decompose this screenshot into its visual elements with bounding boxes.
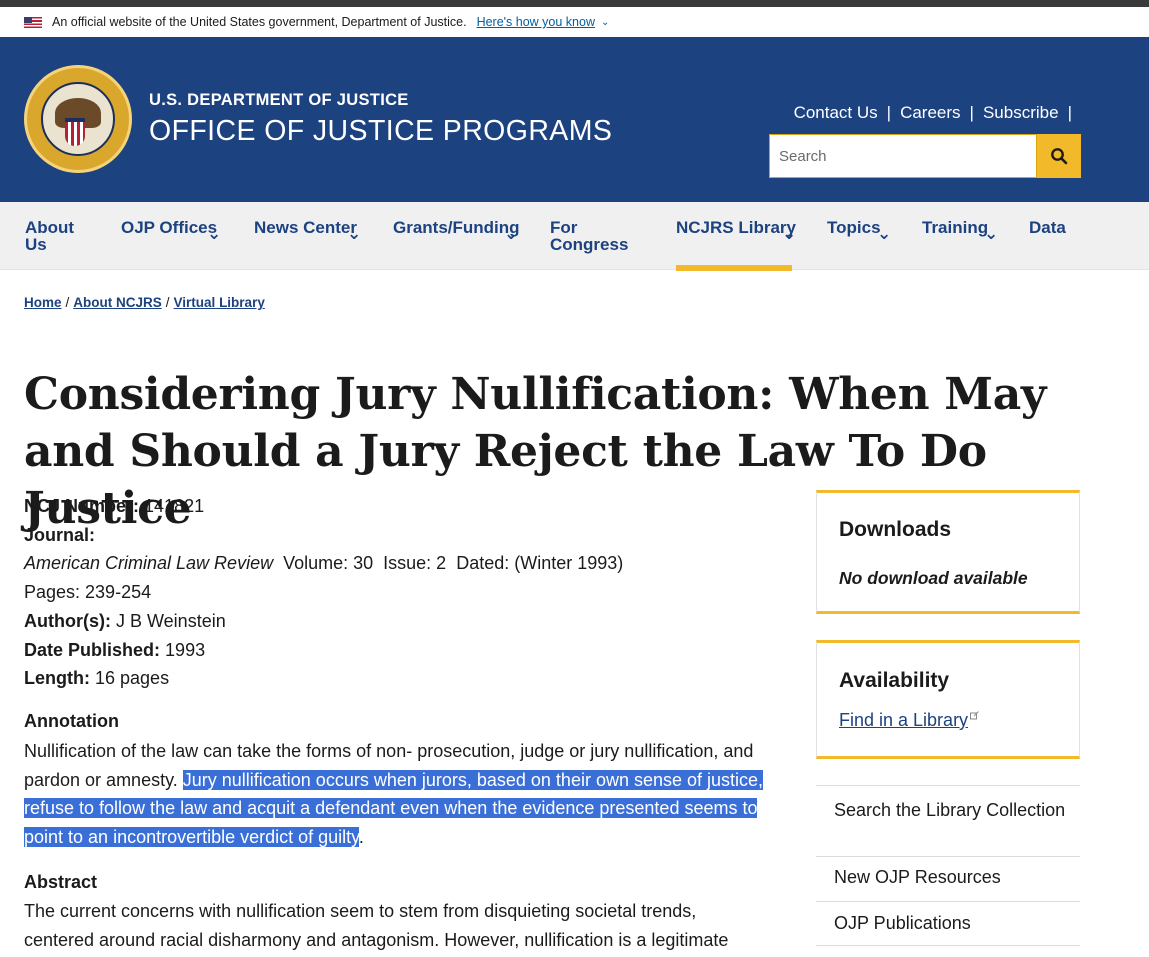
- nav-ncjrs-library[interactable]: NCJRS Library ⌄: [676, 218, 796, 242]
- doj-ojp-seal-logo[interactable]: [24, 65, 132, 173]
- availability-title: Availability: [839, 669, 950, 692]
- pages-row: Pages: 239-254: [24, 582, 152, 603]
- ncj-value: 141821: [144, 496, 205, 516]
- journal-details-row: American Criminal Law Review Volume: 30 …: [24, 549, 784, 578]
- divider: |: [886, 103, 892, 122]
- search-icon: [1051, 148, 1068, 165]
- journal-details: Volume: 30 Issue: 2 Dated: (Winter 1993): [283, 553, 624, 574]
- nav-label: OJP Offices: [121, 218, 218, 237]
- chevron-down-icon[interactable]: ⌄: [601, 17, 609, 28]
- nav-data[interactable]: Data: [1029, 219, 1066, 236]
- length-label: Length:: [24, 668, 90, 689]
- nav-label: Training: [922, 218, 989, 237]
- sidebar-links: Search the Library Collection New OJP Re…: [816, 785, 1080, 946]
- breadcrumb-virtual-library[interactable]: Virtual Library: [174, 295, 265, 310]
- nav-label: For: [550, 218, 578, 237]
- careers-link[interactable]: Careers: [900, 103, 960, 123]
- external-link-icon: [970, 711, 979, 720]
- length-value: 16 pages: [95, 668, 170, 689]
- nav-label: News Center: [254, 218, 357, 237]
- nav-label: Topics: [827, 218, 881, 237]
- site-search: [769, 134, 1081, 178]
- find-in-library-label: Find in a Library: [839, 710, 969, 730]
- gov-banner: An official website of the United States…: [0, 7, 1149, 37]
- nav-ojp-offices[interactable]: OJP Offices ⌄: [121, 218, 221, 242]
- ncj-label: NCJ Number:: [24, 496, 140, 516]
- annotation-text: Nullification of the law can take the fo…: [24, 737, 764, 852]
- authors-row: Author(s): J B Weinstein: [24, 607, 784, 636]
- chevron-down-icon: ⌄: [782, 224, 797, 243]
- gov-banner-text: An official website of the United States…: [52, 15, 467, 29]
- nav-label: Data: [1029, 218, 1066, 237]
- abstract-text: The current concerns with nullification …: [24, 901, 729, 950]
- journal-name: American Criminal Law Review: [24, 553, 274, 574]
- journal-row: Journal:: [24, 521, 784, 550]
- chevron-down-icon: ⌄: [347, 224, 362, 243]
- date-value: 1993: [165, 639, 206, 660]
- length-row: Length: 16 pages: [24, 664, 784, 693]
- chevron-down-icon: ⌄: [504, 224, 519, 243]
- sidebar-link-new-ojp-resources[interactable]: New OJP Resources: [816, 856, 1080, 901]
- heres-how-you-know-link[interactable]: Here's how you know: [477, 15, 595, 29]
- chevron-down-icon: ⌄: [207, 224, 222, 243]
- browser-top-edge: [0, 0, 1149, 7]
- annotation-text-end: .: [358, 827, 364, 848]
- us-flag-icon: [24, 16, 42, 28]
- divider: |: [969, 103, 974, 122]
- abstract-heading: Abstract: [24, 872, 98, 892]
- breadcrumb-separator: /: [65, 295, 70, 310]
- chevron-down-icon: ⌄: [984, 224, 999, 243]
- nav-active-indicator: [676, 265, 792, 271]
- authors-label: Author(s):: [24, 610, 111, 631]
- journal-label: Journal:: [24, 524, 96, 545]
- nav-topics[interactable]: Topics ⌄: [827, 218, 891, 242]
- breadcrumb-about-ncjrs[interactable]: About NCJRS: [73, 295, 162, 310]
- ncj-number-row: NCJ Number: 141821: [24, 492, 784, 521]
- nav-label: Us: [25, 235, 47, 254]
- authors-value: J B Weinstein: [116, 610, 226, 631]
- breadcrumb-home[interactable]: Home: [24, 295, 62, 310]
- chevron-down-icon: ⌄: [877, 224, 892, 243]
- breadcrumb: Home / About NCJRS / Virtual Library: [24, 295, 265, 310]
- no-download-text: No download available: [839, 568, 1028, 588]
- sidebar-link-ojp-publications[interactable]: OJP Publications: [816, 901, 1080, 946]
- breadcrumb-separator: /: [165, 295, 170, 310]
- nav-label: Congress: [550, 235, 629, 254]
- search-button[interactable]: [1037, 134, 1081, 178]
- publication-metadata: NCJ Number: 141821 Journal: American Cri…: [24, 492, 784, 693]
- date-label: Date Published:: [24, 639, 161, 660]
- agency-name-big[interactable]: OFFICE OF JUSTICE PROGRAMS: [149, 115, 612, 148]
- nav-about-us[interactable]: About Us: [25, 219, 74, 253]
- sidebar-link-search-library[interactable]: Search the Library Collection: [816, 785, 1080, 856]
- nav-news-center[interactable]: News Center ⌄: [254, 218, 361, 242]
- site-header: U.S. DEPARTMENT OF JUSTICE OFFICE OF JUS…: [0, 37, 1149, 202]
- nav-grants-funding[interactable]: Grants/Funding ⌄: [393, 218, 520, 242]
- agency-name-small[interactable]: U.S. DEPARTMENT OF JUSTICE: [149, 91, 409, 110]
- nav-training[interactable]: Training ⌄: [922, 218, 998, 242]
- availability-box: Availability Find in a Library: [816, 640, 1080, 759]
- main-nav: About Us OJP Offices ⌄ News Center ⌄ Gra…: [0, 202, 1149, 271]
- nav-label: Grants/Funding: [393, 218, 520, 237]
- nav-label: About: [25, 218, 75, 237]
- downloads-box: Downloads No download available: [816, 490, 1080, 614]
- date-published-row: Date Published: 1993: [24, 636, 784, 665]
- search-input[interactable]: [769, 134, 1037, 178]
- nav-for-congress[interactable]: For Congress: [550, 219, 628, 253]
- divider: |: [1067, 103, 1072, 122]
- header-utility-links: Contact Us | Careers | Subscribe |: [794, 103, 1081, 123]
- annotation-heading: Annotation: [24, 711, 119, 731]
- downloads-title: Downloads: [839, 518, 952, 541]
- find-in-library-link[interactable]: Find in a Library: [839, 710, 979, 731]
- subscribe-link[interactable]: Subscribe: [983, 103, 1059, 123]
- nav-label: NCJRS Library: [676, 218, 796, 237]
- contact-us-link[interactable]: Contact Us: [794, 103, 878, 123]
